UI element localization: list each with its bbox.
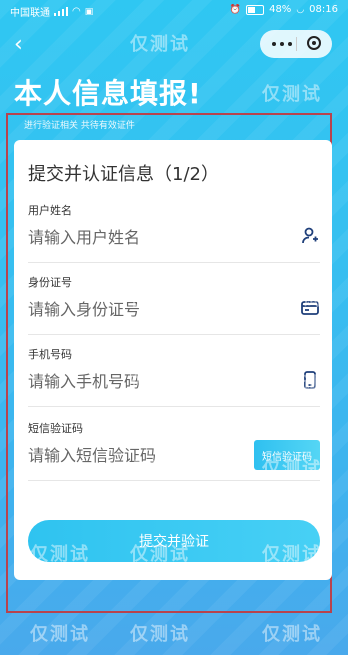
name-label: 用户姓名: [28, 204, 72, 217]
form-card: 提交并认证信息（1/2） 用户姓名 身份证号 手机号码 短信验证码 短信验证码 …: [14, 140, 332, 580]
mini-program-capsule[interactable]: [260, 30, 332, 58]
watermark: 仅测试: [130, 34, 190, 55]
id-field: 身份证号: [28, 274, 320, 335]
close-target-icon[interactable]: [307, 36, 321, 50]
battery-icon: [246, 4, 265, 15]
capsule-divider: [296, 37, 297, 51]
sms-input[interactable]: [28, 442, 228, 468]
carrier-label: 中国联通: [10, 8, 50, 19]
id-input[interactable]: [28, 296, 268, 322]
wifi-icon: ◠: [72, 6, 81, 17]
phone-icon: [304, 371, 316, 389]
phone-input[interactable]: [28, 368, 268, 394]
name-input[interactable]: [28, 224, 268, 250]
more-icon[interactable]: [272, 42, 292, 46]
name-field: 用户姓名: [28, 202, 320, 263]
id-label: 身份证号: [28, 276, 72, 289]
signal-icon: [54, 7, 68, 16]
send-sms-code-button[interactable]: 短信验证码: [254, 440, 320, 470]
back-button[interactable]: ‹: [14, 34, 23, 56]
phone-label: 手机号码: [28, 348, 72, 361]
sms-field: 短信验证码 短信验证码: [28, 420, 320, 481]
user-add-icon: [302, 227, 318, 244]
form-title: 提交并认证信息（1/2）: [28, 164, 219, 185]
page-title: 本人信息填报!: [14, 77, 202, 110]
watermark: 仅测试: [130, 624, 190, 645]
clock-time: 08:16: [309, 4, 338, 15]
submit-verify-button[interactable]: 提交并验证: [28, 520, 320, 562]
wifi-icon-right: ◡: [296, 4, 305, 15]
status-bar: 中国联通 ◠ ▣ ⏰ 48% ◡ 08:16: [0, 0, 348, 22]
id-card-icon: [301, 301, 319, 315]
back-arrow-icon: ‹: [14, 32, 23, 57]
sms-label: 短信验证码: [28, 422, 83, 435]
alarm-icon: ⏰: [229, 4, 242, 15]
phone-field: 手机号码: [28, 346, 320, 407]
notification-icon: ▣: [84, 6, 94, 17]
watermark: 仅测试: [30, 624, 90, 645]
watermark: 仅测试: [262, 84, 322, 105]
battery-level: 48%: [269, 4, 292, 15]
watermark: 仅测试: [262, 624, 322, 645]
